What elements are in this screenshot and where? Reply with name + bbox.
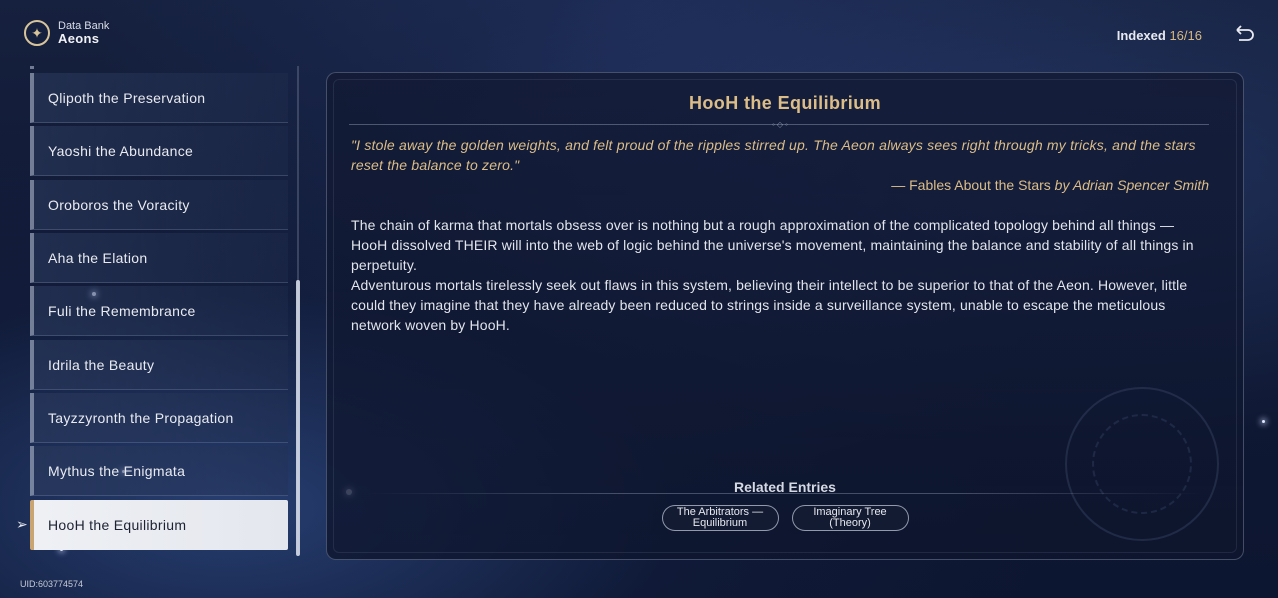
list-item-label: Qlipoth the Preservation <box>48 89 206 106</box>
aeon-list: Qlipoth the Preservation Yaoshi the Abun… <box>30 70 290 554</box>
list-item-label: Mythus the Enigmata <box>48 462 186 479</box>
divider-ornament-icon: ◦◇◦ <box>772 120 790 129</box>
list-item-fuli[interactable]: Fuli the Remembrance <box>30 286 288 336</box>
list-scrollbar-thumb[interactable] <box>296 280 300 556</box>
back-button[interactable] <box>1232 22 1258 48</box>
list-item-idrila[interactable]: Idrila the Beauty <box>30 340 288 390</box>
entry-body: The chain of karma that mortals obsess o… <box>351 215 1203 335</box>
list-item-oroboros[interactable]: Oroboros the Voracity <box>30 180 288 230</box>
list-item-aha[interactable]: Aha the Elation <box>30 233 288 283</box>
list-item-label: Fuli the Remembrance <box>48 302 196 319</box>
entry-quote: "I stole away the golden weights, and fe… <box>351 137 1196 173</box>
list-item-hooh[interactable]: HooH the Equilibrium <box>30 500 288 550</box>
list-item-label: Oroboros the Voracity <box>48 196 190 213</box>
selection-pointer-icon: ➢ <box>16 516 28 532</box>
quote-source: — Fables About the Stars by Adrian Spenc… <box>891 175 1209 195</box>
list-item-yaoshi[interactable]: Yaoshi the Abundance <box>30 126 288 176</box>
list-item-qlipoth[interactable]: Qlipoth the Preservation <box>30 73 288 123</box>
list-item-mythus[interactable]: Mythus the Enigmata <box>30 446 288 496</box>
entry-title: HooH the Equilibrium <box>689 93 881 113</box>
list-item-label: Aha the Elation <box>48 249 148 266</box>
list-item-label: Idrila the Beauty <box>48 356 155 373</box>
indexed-counter: Indexed 16/16 <box>1117 28 1202 43</box>
related-entries-list: The Arbitrators — Equilibrium Imaginary … <box>327 505 1243 531</box>
indexed-count: 16/16 <box>1169 28 1202 43</box>
entry-paragraph: Adventurous mortals tirelessly seek out … <box>351 277 1188 333</box>
related-entry-button-imaginary-tree[interactable]: Imaginary Tree (Theory) <box>791 505 909 531</box>
list-item-label: Yaoshi the Abundance <box>48 142 194 159</box>
quote-source-author: by Adrian Spencer Smith <box>1054 177 1209 193</box>
page-header: ✦ Data Bank Aeons <box>24 20 109 47</box>
related-entry-button-arbitrators[interactable]: The Arbitrators — Equilibrium <box>661 505 779 531</box>
quote-source-title: — Fables About the Stars <box>891 177 1051 193</box>
background-star <box>1262 420 1265 423</box>
list-item-tayzzyronth[interactable]: Tayzzyronth the Propagation <box>30 393 288 443</box>
list-item-label: Tayzzyronth the Propagation <box>48 409 234 426</box>
list-item-partial <box>30 66 288 69</box>
compass-emblem-icon: ✦ <box>24 20 50 47</box>
entry-paragraph: The chain of karma that mortals obsess o… <box>351 217 1194 273</box>
entry-panel: HooH the Equilibrium ◦◇◦ "I stole away t… <box>326 72 1244 560</box>
back-arrow-icon <box>1236 25 1254 41</box>
related-entries-heading: Related Entries <box>734 479 836 495</box>
uid-label: UID:603774574 <box>20 579 84 589</box>
list-item-label: HooH the Equilibrium <box>48 517 187 533</box>
indexed-label: Indexed <box>1116 28 1166 43</box>
header-title: Aeons <box>58 31 100 47</box>
